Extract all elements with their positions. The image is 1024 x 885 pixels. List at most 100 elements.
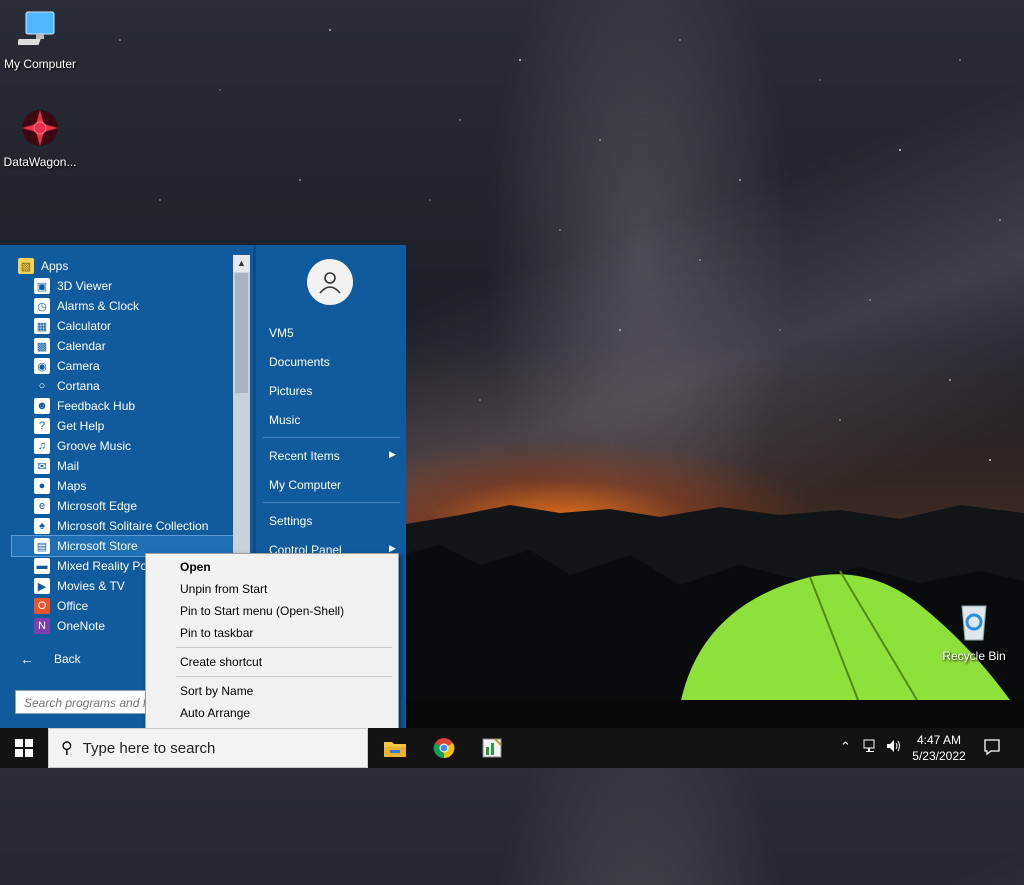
context-menu: Open Unpin from Start Pin to Start menu … bbox=[145, 553, 399, 729]
app-label: Groove Music bbox=[57, 439, 132, 453]
app-item-3d-viewer[interactable]: ▣ 3D Viewer bbox=[12, 276, 233, 296]
settings-link[interactable]: Settings bbox=[269, 514, 312, 528]
user-avatar-icon[interactable] bbox=[307, 259, 353, 305]
help-icon: ? bbox=[34, 418, 50, 434]
office-icon: O bbox=[34, 598, 50, 614]
scroll-up-arrow-icon[interactable]: ▲ bbox=[233, 255, 250, 272]
app-item-solitaire[interactable]: ♠ Microsoft Solitaire Collection bbox=[12, 516, 233, 536]
music-link[interactable]: Music bbox=[269, 413, 300, 427]
user-name-link[interactable]: VM5 bbox=[269, 326, 294, 340]
taskbar-search-box[interactable]: ⚲ Type here to search bbox=[48, 728, 368, 768]
app-label: 3D Viewer bbox=[57, 279, 113, 293]
search-icon: ⚲ bbox=[61, 740, 73, 757]
app-item-alarms-clock[interactable]: ◷ Alarms & Clock bbox=[12, 296, 233, 316]
ctx-sort-by-name[interactable]: Sort by Name bbox=[180, 684, 253, 698]
app-item-calculator[interactable]: ▦ Calculator bbox=[12, 316, 233, 336]
menu-divider bbox=[263, 502, 400, 503]
notifications-icon[interactable] bbox=[983, 738, 1001, 759]
headset-icon: ▬ bbox=[34, 558, 50, 574]
app-item-maps[interactable]: ● Maps bbox=[12, 476, 233, 496]
network-icon[interactable] bbox=[863, 739, 879, 756]
person-icon: ☻ bbox=[34, 398, 50, 414]
desktop-icon-label: DataWagon... bbox=[3, 155, 77, 169]
ctx-pin-to-start-menu[interactable]: Pin to Start menu (Open-Shell) bbox=[180, 604, 344, 618]
menu-divider bbox=[263, 437, 400, 438]
desktop-icon-my-computer[interactable]: My Computer bbox=[0, 8, 80, 71]
mail-icon: ✉ bbox=[34, 458, 50, 474]
desktop-icon-recycle-bin[interactable]: Recycle Bin bbox=[934, 600, 1014, 663]
app-label: Alarms & Clock bbox=[57, 299, 140, 313]
app-label: Camera bbox=[57, 359, 100, 373]
folder-icon bbox=[384, 742, 406, 757]
scroll-thumb[interactable] bbox=[235, 273, 248, 393]
taskbar-file-explorer[interactable] bbox=[379, 732, 411, 764]
volume-icon[interactable] bbox=[886, 739, 902, 756]
taskbar-clock[interactable]: 4:47 AM 5/23/2022 bbox=[904, 732, 974, 764]
chevron-right-icon: ▶ bbox=[389, 449, 396, 459]
network-icon-glyph bbox=[863, 739, 875, 752]
circle-icon: ○ bbox=[38, 380, 46, 392]
map-pin-icon: ● bbox=[34, 478, 50, 494]
windows-logo-icon bbox=[15, 739, 33, 757]
app-item-get-help[interactable]: ? Get Help bbox=[12, 416, 233, 436]
app-label: Mixed Reality Po bbox=[57, 559, 148, 573]
my-computer-link[interactable]: My Computer bbox=[269, 478, 341, 492]
film-icon: ▶ bbox=[34, 578, 50, 594]
app-item-camera[interactable]: ◉ Camera bbox=[12, 356, 233, 376]
folder-icon: ▧ bbox=[18, 258, 34, 274]
taskbar-search-text: Type here to search bbox=[82, 739, 216, 757]
documents-link[interactable]: Documents bbox=[269, 355, 330, 369]
speaker-icon bbox=[887, 740, 900, 752]
desktop-icon-label: Recycle Bin bbox=[942, 649, 1006, 663]
ctx-unpin-from-start[interactable]: Unpin from Start bbox=[180, 582, 267, 596]
arrow-left-icon: ← bbox=[20, 651, 34, 667]
cube-icon: ▣ bbox=[34, 278, 50, 294]
notepad-icon bbox=[482, 738, 502, 758]
clock-icon: ◷ bbox=[34, 298, 50, 314]
app-label: OneNote bbox=[57, 619, 106, 633]
app-label: Microsoft Store bbox=[57, 539, 138, 553]
onenote-icon: N bbox=[34, 618, 50, 634]
calculator-icon: ▦ bbox=[34, 318, 50, 334]
taskbar-notepad-app[interactable] bbox=[476, 732, 508, 764]
start-button[interactable] bbox=[0, 728, 48, 768]
app-item-cortana[interactable]: ○ Cortana bbox=[12, 376, 233, 396]
action-center-icon bbox=[984, 739, 1000, 756]
recent-items-label: Recent Items bbox=[269, 449, 340, 463]
store-icon: ▤ bbox=[34, 538, 50, 554]
desktop-icon-datawagon[interactable]: DataWagon... bbox=[0, 106, 80, 169]
apps-folder-label: Apps bbox=[41, 259, 69, 273]
cards-icon: ♠ bbox=[34, 518, 50, 534]
ctx-auto-arrange[interactable]: Auto Arrange bbox=[180, 706, 250, 720]
clock-date: 5/23/2022 bbox=[912, 749, 966, 763]
calendar-icon: ▩ bbox=[34, 338, 50, 354]
app-item-mail[interactable]: ✉ Mail bbox=[12, 456, 233, 476]
app-label: Mail bbox=[57, 459, 80, 473]
apps-folder[interactable]: ▧ Apps bbox=[12, 256, 233, 276]
ctx-open[interactable]: Open bbox=[180, 560, 211, 574]
app-label: Feedback Hub bbox=[57, 399, 136, 413]
edge-icon: e bbox=[34, 498, 50, 514]
back-button[interactable]: ← Back bbox=[20, 651, 81, 667]
app-label: Maps bbox=[57, 479, 87, 493]
app-label: Microsoft Solitaire Collection bbox=[57, 519, 209, 533]
app-item-feedback-hub[interactable]: ☻ Feedback Hub bbox=[12, 396, 233, 416]
app-item-microsoft-edge[interactable]: e Microsoft Edge bbox=[12, 496, 233, 516]
recent-items-link[interactable]: Recent Items ▶ bbox=[269, 449, 396, 463]
ctx-separator bbox=[176, 647, 392, 648]
wallpaper-landscape bbox=[400, 505, 1024, 730]
app-label: Movies & TV bbox=[57, 579, 125, 593]
app-item-calendar[interactable]: ▩ Calendar bbox=[12, 336, 233, 356]
taskbar: ⚲ Type here to search ⌃ 4:47 AM 5/23/202… bbox=[0, 728, 1024, 768]
ctx-create-shortcut[interactable]: Create shortcut bbox=[180, 655, 262, 669]
app-label: Cortana bbox=[57, 379, 100, 393]
datawagon-logo-icon bbox=[22, 110, 58, 146]
app-item-groove-music[interactable]: ♫ Groove Music bbox=[12, 436, 233, 456]
chrome-icon bbox=[433, 738, 455, 759]
ctx-pin-to-taskbar[interactable]: Pin to taskbar bbox=[180, 626, 253, 640]
app-label: Office bbox=[57, 599, 89, 613]
pictures-link[interactable]: Pictures bbox=[269, 384, 312, 398]
taskbar-chrome[interactable] bbox=[428, 732, 460, 764]
show-hidden-icons-chevron-icon[interactable]: ⌃ bbox=[840, 739, 851, 755]
app-label: Calculator bbox=[57, 319, 112, 333]
